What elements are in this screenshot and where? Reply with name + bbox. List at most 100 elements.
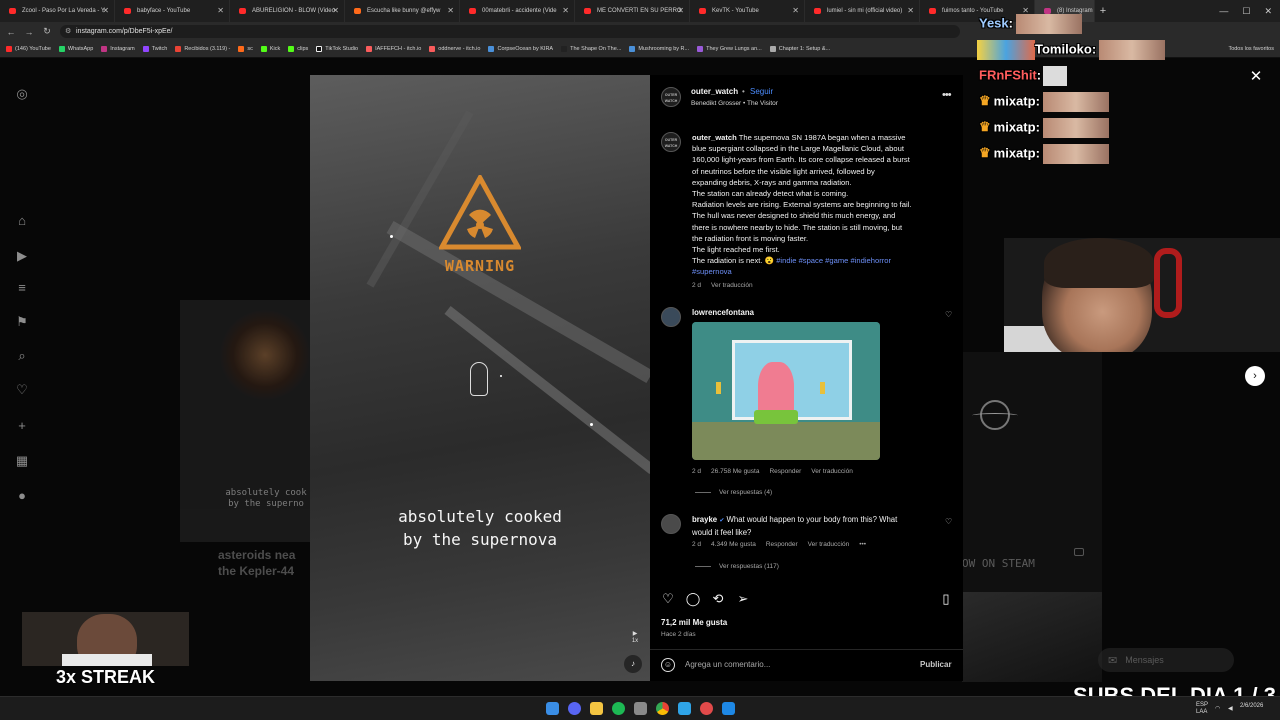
spotify-icon[interactable] — [612, 702, 625, 715]
browser-tab[interactable]: KevTK - YouTube ✕ — [690, 0, 805, 22]
avatar[interactable]: OUTER WATCH — [661, 87, 681, 107]
chrome-icon[interactable] — [656, 702, 669, 715]
browser-tab[interactable]: babyface - YouTube ✕ — [115, 0, 230, 22]
app-icon[interactable] — [700, 702, 713, 715]
menu-icon[interactable]: ≡ — [14, 280, 30, 296]
back-icon[interactable]: ← — [4, 27, 18, 37]
profile-icon[interactable]: ● — [14, 488, 30, 504]
reply-button[interactable]: Responder — [766, 541, 798, 548]
view-replies-button[interactable]: Ver respuestas (117) — [695, 563, 779, 570]
caption-username[interactable]: outer_watch — [692, 133, 737, 142]
explore-icon[interactable]: ⚑ — [14, 314, 30, 330]
close-tab-icon[interactable]: ✕ — [562, 0, 569, 22]
new-tab-button[interactable]: + — [1095, 5, 1111, 17]
like-count[interactable]: 71,2 mil Me gusta — [661, 618, 727, 627]
bookmark[interactable]: Recibidos (3.119) - — [175, 46, 230, 52]
post-username[interactable]: outer_watch — [691, 87, 738, 96]
close-tab-icon[interactable]: ✕ — [332, 0, 339, 22]
avatar[interactable]: OUTER WATCH — [661, 132, 681, 152]
translate-link[interactable]: Ver traducción — [711, 282, 753, 289]
close-icon[interactable]: ✕ — [1247, 68, 1265, 86]
minimize-icon[interactable]: — — [1219, 6, 1228, 16]
follow-button[interactable]: Seguir — [750, 87, 773, 96]
reload-icon[interactable]: ↻ — [40, 26, 54, 37]
discord-icon[interactable] — [568, 702, 581, 715]
language-indicator[interactable]: ESP LAA — [1196, 702, 1208, 716]
share-icon[interactable]: ➢ — [735, 591, 751, 607]
speaker-icon[interactable]: ♪ — [624, 655, 642, 673]
bookmark[interactable]: They Grew Lungs an... — [697, 46, 762, 52]
translate-link[interactable]: Ver traducción — [808, 541, 850, 548]
reels-icon[interactable]: ▶ — [14, 248, 30, 264]
dashboard-icon[interactable]: ▦ — [14, 453, 30, 469]
browser-tab[interactable]: Zcool - Paso Por La Vereda - Y ✕ — [0, 0, 115, 22]
search-icon[interactable]: ⌕ — [14, 348, 30, 364]
view-replies-button[interactable]: Ver respuestas (4) — [695, 489, 772, 496]
reel-video[interactable]: WARNING absolutely cooked by the superno… — [310, 75, 650, 681]
close-tab-icon[interactable]: ✕ — [907, 0, 914, 22]
url-input[interactable]: ⚙ instagram.com/p/DbeF5i-xpEe/ — [60, 25, 960, 38]
close-tab-icon[interactable]: ✕ — [792, 0, 799, 22]
close-tab-icon[interactable]: ✕ — [677, 0, 684, 22]
more-options-icon[interactable]: ••• — [942, 89, 952, 101]
bookmark[interactable]: Instagram — [101, 46, 135, 52]
like-comment-icon[interactable]: ♡ — [945, 517, 952, 526]
reply-button[interactable]: Responder — [769, 468, 801, 475]
like-icon[interactable]: ♡ — [660, 591, 676, 607]
comment-input[interactable]: Agrega un comentario... — [685, 660, 770, 669]
comment-username[interactable]: lowrencefontana — [692, 308, 754, 317]
hashtags[interactable]: #supernova — [692, 266, 947, 277]
browser-tab[interactable]: 00matebrli - accidente (Vide ✕ — [460, 0, 575, 22]
bookmark[interactable]: clips — [288, 46, 308, 52]
bookmark[interactable]: oddnerve - itch.io — [429, 46, 480, 52]
clock[interactable]: 2/6/2026 — [1240, 702, 1263, 710]
maximize-icon[interactable]: ☐ — [1242, 6, 1250, 17]
publish-button[interactable]: Publicar — [920, 660, 952, 669]
app-icon[interactable] — [634, 702, 647, 715]
browser-tab[interactable]: lumiel - sin mi (official video) ✕ — [805, 0, 920, 22]
comment-options-icon[interactable]: ••• — [859, 541, 866, 548]
comment-icon[interactable]: ◯ — [685, 591, 701, 607]
repost-icon[interactable]: ⟲ — [710, 591, 726, 607]
messages-button[interactable]: ✉ Mensajes — [1098, 648, 1234, 672]
avatar[interactable] — [661, 307, 681, 327]
close-window-icon[interactable]: ✕ — [1264, 6, 1272, 17]
bookmark[interactable]: CorpseOcean by KIRA — [488, 46, 553, 52]
comment-likes[interactable]: 26.758 Me gusta — [711, 468, 759, 475]
next-post-button[interactable]: › — [1245, 366, 1265, 386]
comment-gif[interactable] — [692, 322, 880, 460]
bookmark[interactable]: Chapter 1: Setup &... — [769, 46, 830, 52]
bookmark[interactable]: The Shape On The... — [561, 46, 621, 52]
bookmark[interactable]: WhatsApp — [58, 46, 93, 52]
like-comment-icon[interactable]: ♡ — [945, 310, 952, 319]
wifi-icon[interactable]: ◠ — [1215, 705, 1220, 713]
bookmark[interactable]: Mushrooming by R... — [629, 46, 689, 52]
folder-icon[interactable] — [590, 702, 603, 715]
bookmark[interactable]: (146) YouTube — [6, 46, 51, 52]
create-icon[interactable]: + — [14, 418, 30, 434]
close-tab-icon[interactable]: ✕ — [102, 0, 109, 22]
forward-icon[interactable]: → — [22, 27, 36, 37]
playback-speed-button[interactable]: ▶ 1x — [628, 631, 642, 645]
comment-username[interactable]: brayke — [692, 515, 717, 524]
hashtags[interactable]: #indie #space #game #indiehorror — [776, 256, 891, 265]
translate-link[interactable]: Ver traducción — [811, 468, 853, 475]
site-info-icon[interactable]: ⚙ — [65, 25, 71, 38]
close-tab-icon[interactable]: ✕ — [447, 0, 454, 22]
avatar[interactable] — [661, 514, 681, 534]
notifications-icon[interactable]: ♡ — [14, 382, 30, 398]
close-tab-icon[interactable]: ✕ — [217, 0, 224, 22]
bookmark[interactable]: sc — [238, 46, 253, 52]
save-icon[interactable]: ▯ — [938, 591, 954, 607]
bookmark[interactable]: TikTok Studio — [316, 46, 358, 52]
instagram-logo-icon[interactable]: ◎ — [14, 86, 30, 102]
emoji-icon[interactable]: ☺ — [661, 658, 675, 672]
comment-likes[interactable]: 4.349 Me gusta — [711, 541, 756, 548]
bookmark[interactable]: Twitch — [142, 46, 167, 52]
steam-icon[interactable] — [722, 702, 735, 715]
all-bookmarks[interactable]: Todos los favoritos — [1228, 41, 1274, 58]
browser-tab[interactable]: Escucha like bunny @effyw ✕ — [345, 0, 460, 22]
bookmark[interactable]: IAFFEFCH - itch.io — [366, 46, 421, 52]
audio-label[interactable]: Benedikt Grosser • The Visitor — [691, 100, 778, 107]
volume-icon[interactable]: ◀ — [1228, 705, 1233, 713]
